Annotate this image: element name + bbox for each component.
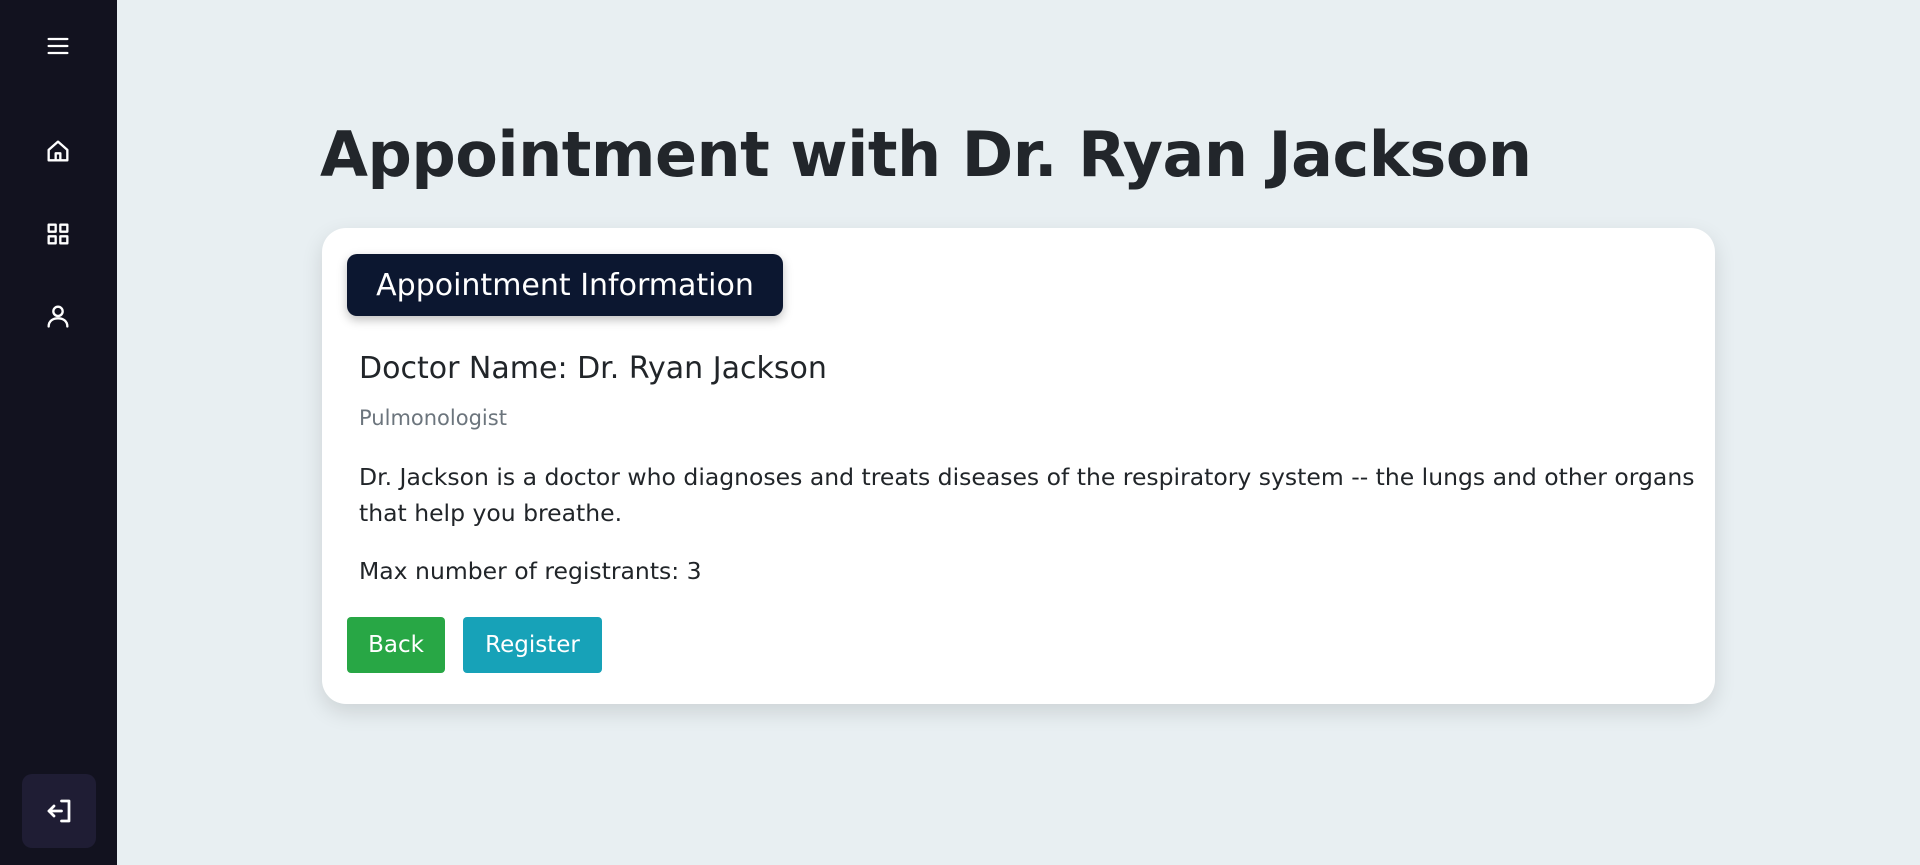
logout-button[interactable]	[22, 774, 96, 848]
register-button[interactable]: Register	[463, 617, 602, 673]
doctor-name: Doctor Name: Dr. Ryan Jackson	[359, 351, 827, 386]
grid-icon	[47, 223, 69, 245]
doctor-description: Dr. Jackson is a doctor who diagnoses an…	[359, 463, 1695, 527]
appointment-card: Appointment Information Doctor Name: Dr.…	[322, 228, 1715, 704]
sidebar-item-home[interactable]	[34, 127, 82, 175]
logout-icon	[47, 799, 71, 823]
menu-icon	[47, 37, 69, 55]
sidebar-item-profile[interactable]	[34, 292, 82, 340]
card-header-badge: Appointment Information	[347, 254, 783, 316]
home-icon	[47, 140, 69, 162]
page-title: Appointment with Dr. Ryan Jackson	[320, 118, 1532, 191]
sidebar-item-dashboard[interactable]	[34, 210, 82, 258]
sidebar	[0, 0, 117, 865]
back-button[interactable]: Back	[347, 617, 445, 673]
doctor-specialty: Pulmonologist	[359, 406, 507, 430]
max-registrants: Max number of registrants: 3	[359, 557, 702, 585]
user-icon	[47, 305, 69, 328]
menu-button[interactable]	[34, 22, 82, 70]
